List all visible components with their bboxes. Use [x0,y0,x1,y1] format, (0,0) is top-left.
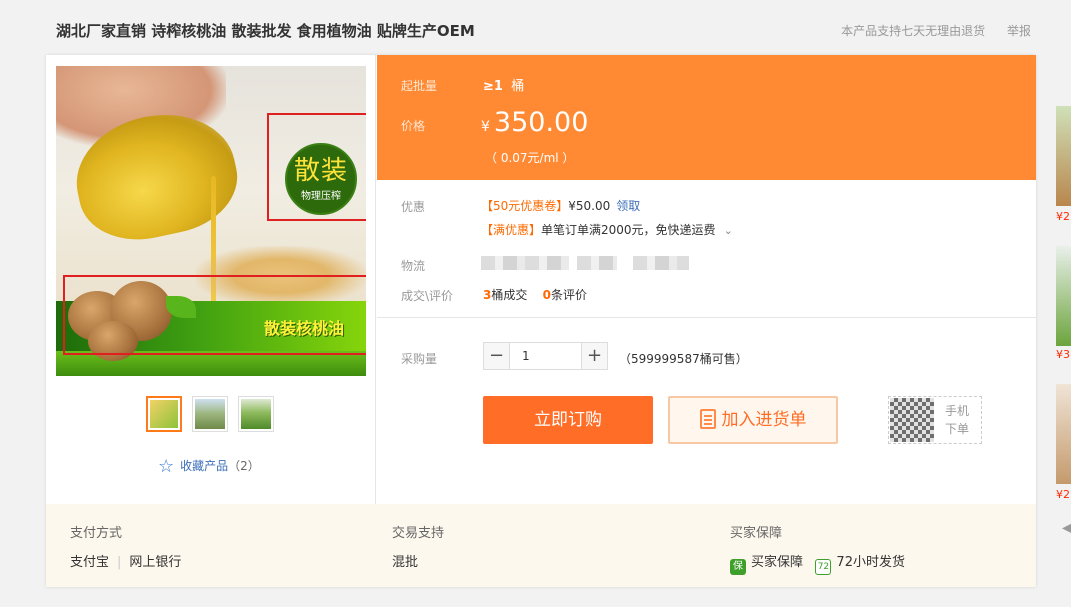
trade-section: 交易支持 混批 [392,522,444,570]
thumbnail-3[interactable] [238,396,274,432]
deal-stats: 3桶成交 0条评价 [483,286,587,303]
guarantee-title: 买家保障 [730,526,783,541]
side-product-2[interactable] [1056,246,1071,346]
trade-mixed-batch: 混批 [392,555,419,570]
cart-list-icon [699,409,716,429]
favorite-label[interactable]: 收藏产品 [180,459,228,473]
coupon-value: ¥50.00 [568,199,611,213]
side-recommendations: ¥2 ¥3 ¥2 ◀ [1046,86,1071,536]
min-order-label: 起批量 [401,79,438,93]
star-icon[interactable]: ☆ [158,456,174,477]
min-order-value: ≥1 桶 [483,79,525,94]
quantity-label: 采购量 [401,352,438,366]
trade-title: 交易支持 [392,526,445,541]
main-product-image[interactable]: 散装 物理压榨 散装核桃油 [56,66,366,376]
chevron-left-icon[interactable]: ◀ [1062,520,1071,536]
shield-icon: 保 [730,559,746,575]
coupon-tag: 【50元优惠卷】 [481,199,569,213]
gallery-column: 散装 物理压榨 散装核桃油 ☆ 收藏产品（2） [46,55,376,504]
promo-label: 优惠 [401,200,426,214]
payment-alipay: 支付宝 [70,555,110,570]
deal-label: 成交\评价 [401,289,454,303]
report-link[interactable]: 举报 [1007,24,1031,38]
logistics-value-blurred [481,256,689,271]
72h-icon: 72 [815,559,832,575]
review-count: 0 [542,288,551,302]
header-links: 本产品支持七天无理由退货 举报 [823,22,1031,39]
return-policy-link[interactable]: 本产品支持七天无理由退货 [841,24,985,38]
highlight-box-badge [267,113,366,221]
payment-title: 支付方式 [70,526,123,541]
product-card: 散装 物理压榨 散装核桃油 ☆ 收藏产品（2） 起批量 ≥1 桶 价格 ¥ 35… [46,55,1036,587]
side-price-3: ¥2 [1056,488,1070,501]
price-value: ¥350.00 [481,107,589,138]
stock-available: （599999587桶可售） [619,352,748,366]
mobile-order-text: 手机 下单 [945,404,970,436]
guarantee-72h: 72小时发货 [836,555,905,570]
deal-unit: 桶成交 [491,288,528,302]
purchase-area: 采购量 − 1 + （599999587桶可售） 立即订购 加入进货单 手机 下… [377,318,1036,504]
thumbnail-2[interactable] [192,396,228,432]
guarantee-buyer: 买家保障 [751,555,804,570]
service-footer: 支付方式 支付宝 | 网上银行 交易支持 混批 买家保障 保买家保障 72 72小时发… [46,504,1036,587]
unit-price: （ 0.07元/ml ） [485,151,575,165]
qr-code-icon[interactable] [890,398,934,442]
highlight-box-banner [63,275,366,355]
review-unit: 条评价 [551,288,588,302]
price-label: 价格 [401,119,426,133]
chevron-down-icon[interactable]: ⌄ [724,224,733,237]
quantity-stepper[interactable]: − 1 + [483,342,608,370]
full-discount-tag: 【满优惠】 [481,223,542,237]
side-product-1[interactable] [1056,106,1071,206]
side-product-3[interactable] [1056,384,1071,484]
favorite-count: （2） [228,459,260,473]
plus-icon[interactable]: + [581,343,607,369]
promo-full-discount[interactable]: 【满优惠】单笔订单满2000元，免快递运费 ⌄ [481,221,733,238]
add-to-cart-label: 加入进货单 [721,410,807,430]
quantity-input[interactable]: 1 [522,349,530,363]
buy-now-button[interactable]: 立即订购 [483,396,653,444]
mobile-order[interactable]: 手机 下单 [888,396,982,444]
side-price-1: ¥2 [1056,210,1070,223]
price-box: 起批量 ≥1 桶 价格 ¥350.00 （ 0.07元/ml ） [377,55,1036,180]
minus-icon[interactable]: − [484,343,510,369]
top-bar: 湖北厂家直销 诗榨核桃油 散装批发 食用植物油 贴牌生产OEM 本产品支持七天无… [0,0,1071,55]
product-title: 湖北厂家直销 诗榨核桃油 散装批发 食用植物油 贴牌生产OEM [56,22,475,40]
payment-section: 支付方式 支付宝 | 网上银行 [70,522,181,570]
add-to-cart-button[interactable]: 加入进货单 [668,396,838,444]
details-section: 优惠 【50元优惠卷】¥50.00 领取 【满优惠】单笔订单满2000元，免快递运… [377,180,1036,318]
thumbnail-1[interactable] [146,396,182,432]
guarantee-section: 买家保障 保买家保障 72 72小时发货 [730,522,905,575]
side-price-2: ¥3 [1056,348,1070,361]
logistics-label: 物流 [401,259,426,273]
claim-coupon-link[interactable]: 领取 [616,199,640,213]
full-discount-text: 单笔订单满2000元，免快递运费 [541,223,716,237]
payment-online-bank: 网上银行 [129,555,182,570]
favorite-product[interactable]: ☆ 收藏产品（2） [158,456,260,477]
promo-coupon: 【50元优惠卷】¥50.00 领取 [481,197,640,214]
